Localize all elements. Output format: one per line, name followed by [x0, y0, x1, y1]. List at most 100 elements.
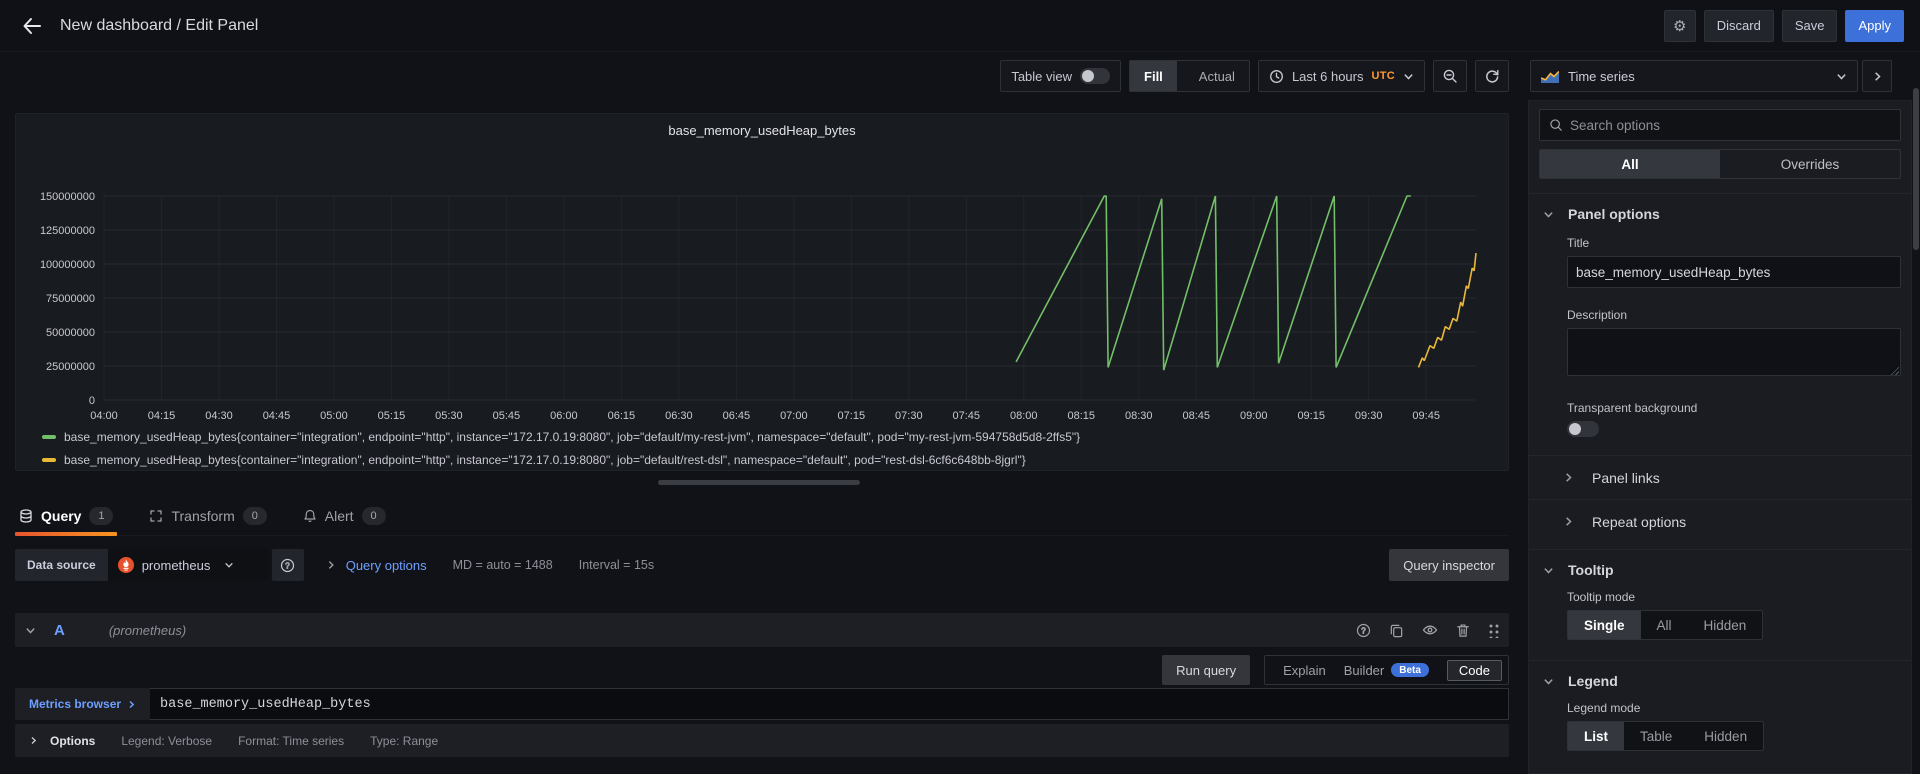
- svg-text:05:15: 05:15: [378, 410, 406, 422]
- svg-text:05:00: 05:00: [320, 410, 348, 422]
- visualization-picker[interactable]: Time series: [1530, 60, 1858, 92]
- svg-text:08:15: 08:15: [1067, 410, 1095, 422]
- collapse-chevron-icon[interactable]: [25, 625, 36, 636]
- save-button[interactable]: Save: [1782, 10, 1838, 42]
- tooltip-section-header[interactable]: Tooltip: [1539, 550, 1901, 590]
- legend-option-summary: Legend: Verbose: [121, 734, 212, 748]
- legend-item-dsl[interactable]: base_memory_usedHeap_bytes{container="in…: [42, 448, 1080, 471]
- query-options-toggle[interactable]: Query options: [326, 558, 427, 573]
- panel-settings-button[interactable]: ⚙: [1664, 10, 1696, 42]
- help-circle-icon: ?: [280, 558, 295, 573]
- chevron-down-icon: [224, 560, 234, 570]
- builder-option[interactable]: Builder Beta: [1344, 663, 1429, 678]
- panel-edit-main-area: Table view Fill Actual Last 6 hours UTC: [0, 52, 1524, 774]
- options-search[interactable]: [1539, 109, 1901, 141]
- zoom-out-time-button[interactable]: [1433, 60, 1467, 92]
- transparent-background-toggle[interactable]: [1567, 421, 1599, 437]
- svg-text:08:30: 08:30: [1125, 410, 1153, 422]
- description-field-label: Description: [1567, 308, 1901, 322]
- duplicate-query-icon[interactable]: [1389, 623, 1404, 638]
- visualization-name: Time series: [1568, 69, 1635, 84]
- legend-item-jvm[interactable]: base_memory_usedHeap_bytes{container="in…: [42, 425, 1080, 448]
- query-ref-id[interactable]: A: [54, 622, 65, 639]
- run-query-button[interactable]: Run query: [1162, 655, 1250, 685]
- svg-text:?: ?: [285, 561, 290, 570]
- options-label: Options: [50, 734, 95, 748]
- actual-option[interactable]: Actual: [1185, 61, 1249, 91]
- promql-expression-input[interactable]: [150, 688, 1509, 720]
- options-toggle[interactable]: Options: [29, 734, 95, 748]
- vertical-scrollbar-thumb[interactable]: [1913, 88, 1919, 250]
- legend-mode-table[interactable]: Table: [1624, 722, 1688, 750]
- tab-all[interactable]: All: [1540, 150, 1720, 178]
- query-help-icon[interactable]: ?: [1356, 623, 1371, 638]
- drag-handle-icon[interactable]: [1488, 623, 1499, 638]
- options-search-input[interactable]: [1570, 118, 1891, 133]
- timeseries-viz-icon: [1541, 70, 1559, 83]
- code-option[interactable]: Code: [1447, 660, 1502, 681]
- datasource-help-button[interactable]: ?: [272, 549, 304, 581]
- legend-mode-hidden[interactable]: Hidden: [1688, 722, 1763, 750]
- svg-text:08:00: 08:00: [1010, 410, 1038, 422]
- svg-text:06:45: 06:45: [723, 410, 751, 422]
- tab-alert-badge: 0: [362, 507, 386, 525]
- tab-query[interactable]: Query 1: [15, 499, 117, 532]
- panel-options-sidebar: Time series All Overrides: [1524, 52, 1920, 774]
- back-button[interactable]: [16, 10, 48, 42]
- repeat-options-section[interactable]: Repeat options: [1529, 499, 1911, 543]
- tooltip-mode-all[interactable]: All: [1641, 611, 1688, 639]
- chevron-down-icon: [1543, 676, 1554, 687]
- timezone-label: UTC: [1371, 70, 1395, 82]
- legend-section-header[interactable]: Legend: [1539, 661, 1901, 701]
- tab-transform[interactable]: Transform 0: [145, 499, 270, 532]
- svg-text:0: 0: [89, 395, 95, 407]
- page-title: New dashboard / Edit Panel: [60, 17, 258, 35]
- title-field-label: Title: [1567, 236, 1901, 250]
- table-view-label: Table view: [1011, 69, 1072, 84]
- legend-mode-list[interactable]: List: [1568, 722, 1624, 750]
- legend-label: base_memory_usedHeap_bytes{container="in…: [64, 430, 1080, 444]
- query-options-label: Query options: [346, 558, 427, 573]
- tooltip-mode-group: Single All Hidden: [1567, 610, 1763, 640]
- table-view-control[interactable]: Table view: [1000, 60, 1121, 92]
- beta-badge: Beta: [1391, 663, 1429, 677]
- timeseries-chart[interactable]: 0250000005000000075000000100000000125000…: [16, 114, 1508, 470]
- delete-query-trash-icon[interactable]: [1456, 623, 1470, 638]
- svg-text:125000000: 125000000: [40, 225, 95, 237]
- query-inspector-button[interactable]: Query inspector: [1389, 549, 1509, 581]
- datasource-picker[interactable]: prometheus: [108, 549, 268, 581]
- metrics-browser-label: Metrics browser: [29, 697, 121, 711]
- editor-tabs: Query 1 Transform 0 Alert 0: [15, 499, 1509, 536]
- interval-stat: Interval = 15s: [579, 558, 654, 572]
- metrics-row: Metrics browser: [15, 688, 1509, 720]
- hide-query-eye-icon[interactable]: [1422, 623, 1438, 637]
- query-actions-row: Run query Explain Builder Beta Code: [15, 655, 1509, 685]
- refresh-button[interactable]: [1475, 60, 1509, 92]
- legend-content: Legend mode List Table Hidden: [1539, 701, 1901, 751]
- time-range-picker[interactable]: Last 6 hours UTC: [1258, 60, 1425, 92]
- panel-title-input[interactable]: [1567, 256, 1901, 288]
- refresh-icon: [1484, 68, 1500, 84]
- tab-overrides[interactable]: Overrides: [1720, 150, 1900, 178]
- visualization-picker-row: Time series: [1530, 60, 1892, 92]
- discard-button[interactable]: Discard: [1704, 10, 1774, 42]
- collapse-options-pane-button[interactable]: [1862, 60, 1892, 92]
- apply-button[interactable]: Apply: [1845, 10, 1904, 42]
- svg-text:04:00: 04:00: [90, 410, 118, 422]
- panel-options-title: Panel options: [1568, 206, 1660, 222]
- tab-alert[interactable]: Alert 0: [299, 499, 390, 532]
- tab-transform-label: Transform: [171, 508, 234, 524]
- explain-option[interactable]: Explain: [1283, 663, 1326, 678]
- horizontal-scrollbar-thumb[interactable]: [658, 480, 860, 485]
- legend-label: base_memory_usedHeap_bytes{container="in…: [64, 453, 1026, 467]
- chevron-right-icon: [1563, 472, 1574, 483]
- fill-option[interactable]: Fill: [1130, 61, 1177, 91]
- panel-options-section-header[interactable]: Panel options: [1539, 194, 1901, 234]
- metrics-browser-button[interactable]: Metrics browser: [15, 688, 150, 720]
- panel-description-textarea[interactable]: [1567, 328, 1901, 376]
- tooltip-mode-hidden[interactable]: Hidden: [1688, 611, 1763, 639]
- panel-links-section[interactable]: Panel links: [1529, 455, 1911, 499]
- tooltip-mode-single[interactable]: Single: [1568, 611, 1641, 639]
- table-view-toggle[interactable]: [1080, 68, 1110, 84]
- timeseries-panel: base_memory_usedHeap_bytes 0250000005000…: [15, 113, 1509, 471]
